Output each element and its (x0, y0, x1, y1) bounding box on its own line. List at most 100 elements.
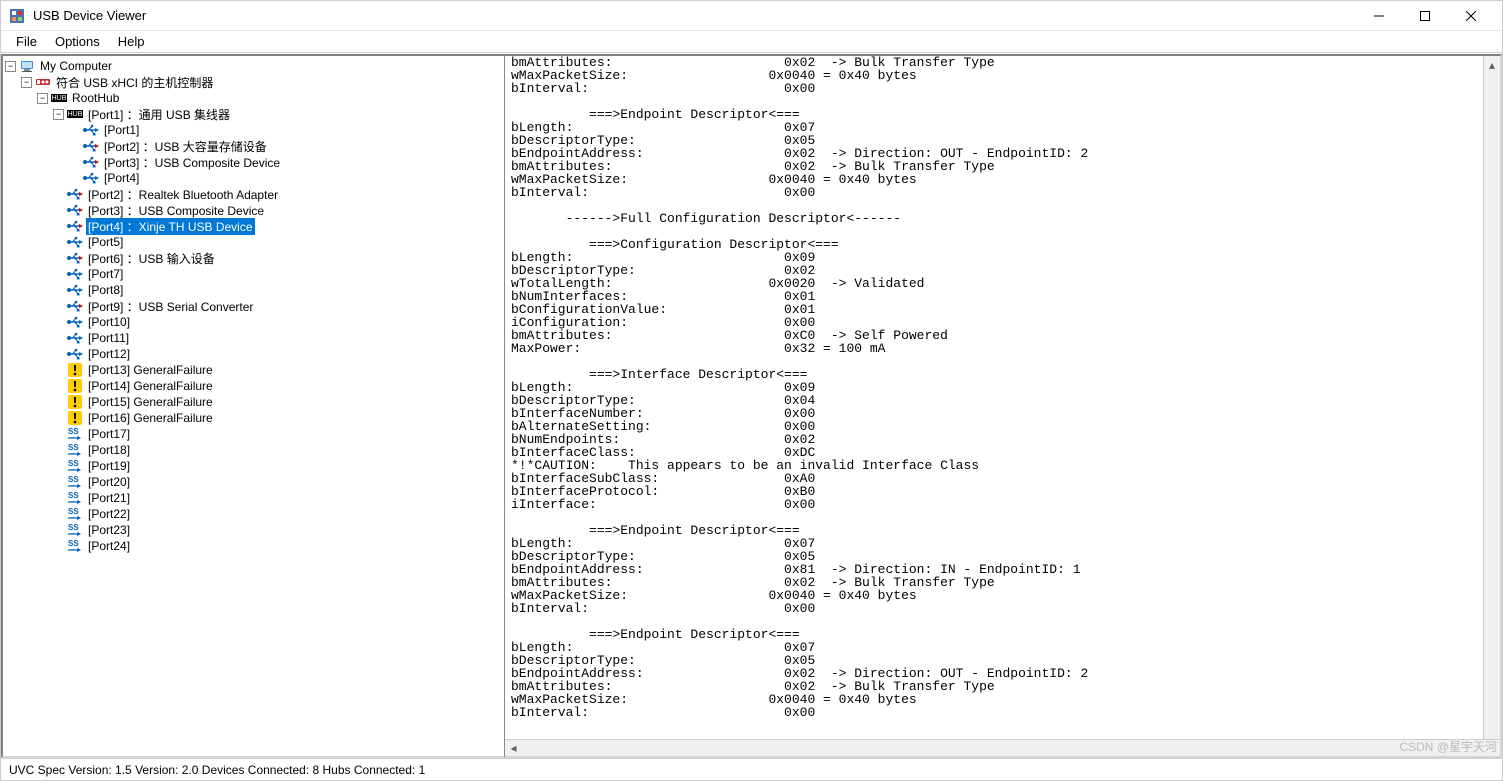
expander-icon[interactable]: − (5, 61, 16, 72)
tree-label[interactable]: My Computer (38, 59, 114, 73)
tree-label[interactable]: [Port15] GeneralFailure (86, 395, 215, 409)
statusbar: UVC Spec Version: 1.5 Version: 2.0 Devic… (1, 758, 1502, 780)
tree-item[interactable]: [Port24] (5, 538, 502, 554)
tree-item[interactable]: [Port1] (5, 122, 502, 138)
tree-label[interactable]: [Port1] ：通用 USB 集线器 (86, 106, 232, 123)
window: USB Device Viewer File Options Help −My … (0, 0, 1503, 781)
menu-file[interactable]: File (7, 31, 46, 52)
app-icon (9, 8, 25, 24)
minimize-button[interactable] (1356, 1, 1402, 31)
expander-icon[interactable]: − (21, 77, 32, 88)
tree-item[interactable]: [Port9] ：USB Serial Converter (5, 298, 502, 314)
tree-item[interactable]: [Port14] GeneralFailure (5, 378, 502, 394)
tree-item[interactable]: [Port2] ：USB 大容量存储设备 (5, 138, 502, 154)
tree-item[interactable]: [Port22] (5, 506, 502, 522)
ss-icon (67, 426, 83, 442)
tree-item[interactable]: − 符合 USB xHCI 的主机控制器 (5, 74, 502, 90)
tree-item[interactable]: [Port6] ：USB 输入设备 (5, 250, 502, 266)
hub-icon (51, 90, 67, 106)
menu-options[interactable]: Options (46, 31, 109, 52)
tree-item[interactable]: [Port18] (5, 442, 502, 458)
tree-item[interactable]: [Port12] (5, 346, 502, 362)
tree-item[interactable]: [Port2] ：Realtek Bluetooth Adapter (5, 186, 502, 202)
tree-label[interactable]: [Port24] (86, 539, 132, 553)
usb-icon (67, 234, 83, 250)
tree-label[interactable]: [Port17] (86, 427, 132, 441)
hub-icon (67, 106, 83, 122)
usb-red-icon (67, 186, 83, 202)
tree-label[interactable]: [Port11] (86, 331, 131, 345)
tree-label[interactable]: [Port20] (86, 475, 132, 489)
tree-label[interactable]: [Port12] (86, 347, 132, 361)
horizontal-scrollbar[interactable]: ◂ (505, 739, 1500, 756)
tree-item[interactable]: [Port3] ：USB Composite Device (5, 154, 502, 170)
tree-label[interactable]: [Port18] (86, 443, 132, 457)
usb-icon (67, 266, 83, 282)
tree-item[interactable]: [Port8] (5, 282, 502, 298)
tree-item[interactable]: [Port19] (5, 458, 502, 474)
expander-icon[interactable]: − (53, 109, 64, 120)
tree-item[interactable]: [Port10] (5, 314, 502, 330)
tree-item[interactable]: [Port16] GeneralFailure (5, 410, 502, 426)
tree-label[interactable]: [Port22] (86, 507, 132, 521)
device-tree-pane[interactable]: −My Computer−符合 USB xHCI 的主机控制器−RootHub−… (1, 54, 505, 758)
menubar: File Options Help (1, 31, 1502, 53)
tree-item[interactable]: [Port20] (5, 474, 502, 490)
tree-item[interactable]: − [Port1] ：通用 USB 集线器 (5, 106, 502, 122)
tree-label[interactable]: [Port2] ：Realtek Bluetooth Adapter (86, 186, 280, 203)
tree-label[interactable]: [Port14] GeneralFailure (86, 379, 215, 393)
tree-label[interactable]: [Port21] (86, 491, 132, 505)
tree-label[interactable]: [Port4] ：Xinje TH USB Device (86, 218, 255, 235)
menu-help[interactable]: Help (109, 31, 154, 52)
tree-label[interactable]: [Port7] (86, 267, 125, 281)
detail-text[interactable]: bmAttributes: 0x02 -> Bulk Transfer Type… (505, 56, 1500, 739)
tree-label[interactable]: RootHub (70, 91, 121, 105)
tree-label[interactable]: [Port4] (102, 171, 141, 185)
tree-label[interactable]: [Port1] (102, 123, 141, 137)
tree-item[interactable]: [Port4] (5, 170, 502, 186)
ss-icon (67, 442, 83, 458)
tree-item[interactable]: − RootHub (5, 90, 502, 106)
tree-item[interactable]: [Port21] (5, 490, 502, 506)
scroll-up-icon[interactable]: ▴ (1484, 56, 1500, 73)
usb-red-icon (67, 218, 83, 234)
tree-label[interactable]: [Port3] ：USB Composite Device (102, 154, 282, 171)
maximize-button[interactable] (1402, 1, 1448, 31)
tree-item[interactable]: [Port11] (5, 330, 502, 346)
tree-label[interactable]: [Port8] (86, 283, 125, 297)
usb-red-icon (67, 250, 83, 266)
tree-label[interactable]: [Port9] ：USB Serial Converter (86, 298, 255, 315)
tree-item[interactable]: [Port7] (5, 266, 502, 282)
vertical-scrollbar[interactable]: ▴ (1483, 56, 1500, 739)
usb-red-icon (67, 202, 83, 218)
tree-label[interactable]: [Port3] ：USB Composite Device (86, 202, 266, 219)
detail-pane: bmAttributes: 0x02 -> Bulk Transfer Type… (505, 54, 1502, 758)
tree-item[interactable]: [Port23] (5, 522, 502, 538)
tree-label[interactable]: [Port16] GeneralFailure (86, 411, 215, 425)
expander-icon[interactable]: − (37, 93, 48, 104)
tree-item[interactable]: [Port17] (5, 426, 502, 442)
warn-icon (67, 378, 83, 394)
tree-item[interactable]: [Port3] ：USB Composite Device (5, 202, 502, 218)
tree-label[interactable]: [Port23] (86, 523, 132, 537)
tree-label[interactable]: [Port10] (86, 315, 132, 329)
tree-label[interactable]: [Port2] ：USB 大容量存储设备 (102, 138, 269, 155)
tree-label[interactable]: [Port5] (86, 235, 125, 249)
tree-item[interactable]: [Port4] ：Xinje TH USB Device (5, 218, 502, 234)
close-button[interactable] (1448, 1, 1494, 31)
computer-icon (19, 58, 35, 74)
usb-icon (67, 314, 83, 330)
tree-label[interactable]: [Port13] GeneralFailure (86, 363, 215, 377)
tree-label[interactable]: [Port6] ：USB 输入设备 (86, 250, 217, 267)
status-text: UVC Spec Version: 1.5 Version: 2.0 Devic… (9, 763, 425, 777)
scroll-left-icon[interactable]: ◂ (505, 740, 522, 757)
tree-label[interactable]: [Port19] (86, 459, 132, 473)
tree-item[interactable]: [Port15] GeneralFailure (5, 394, 502, 410)
tree-item[interactable]: [Port5] (5, 234, 502, 250)
tree-item[interactable]: [Port13] GeneralFailure (5, 362, 502, 378)
tree-label[interactable]: 符合 USB xHCI 的主机控制器 (54, 74, 215, 91)
tree-item[interactable]: − My Computer (5, 58, 502, 74)
ss-icon (67, 458, 83, 474)
ss-icon (67, 506, 83, 522)
warn-icon (67, 410, 83, 426)
